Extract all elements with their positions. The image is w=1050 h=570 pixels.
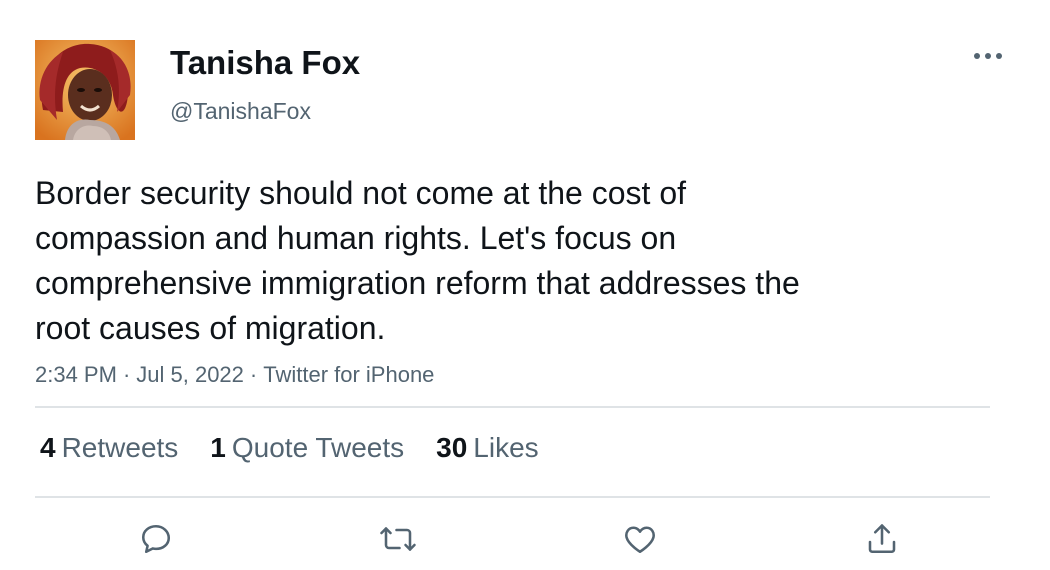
reply-icon — [141, 524, 171, 554]
profile-photo-icon — [35, 40, 135, 140]
tweet-card: Tanisha Fox @TanishaFox Border security … — [0, 0, 1050, 570]
meta-separator: · — [122, 362, 131, 387]
tweet-time[interactable]: 2:34 PM — [35, 362, 117, 387]
display-name[interactable]: Tanisha Fox — [170, 44, 360, 82]
share-icon — [868, 524, 896, 554]
engagement-stats: 4 Retweets 1 Quote Tweets 30 Likes — [40, 432, 571, 464]
retweets-label: Retweets — [61, 432, 179, 463]
retweets-stat[interactable]: 4 Retweets — [40, 432, 178, 464]
tweet-date[interactable]: Jul 5, 2022 — [136, 362, 244, 387]
likes-count: 30 — [436, 432, 468, 463]
tweet-text-line: comprehensive immigration reform that ad… — [35, 265, 800, 301]
divider — [35, 406, 990, 408]
action-bar — [0, 519, 1050, 559]
heart-icon — [625, 526, 655, 554]
tweet-text-line: compassion and human rights. Let's focus… — [35, 220, 677, 256]
share-button[interactable] — [862, 519, 902, 559]
more-options-button[interactable] — [970, 44, 1006, 68]
quote-tweets-stat[interactable]: 1 Quote Tweets — [210, 432, 404, 464]
retweet-button[interactable] — [378, 519, 418, 559]
divider — [35, 496, 990, 498]
meta-separator: · — [249, 362, 258, 387]
retweets-count: 4 — [40, 432, 56, 463]
quote-tweets-label: Quote Tweets — [231, 432, 405, 463]
tweet-text-line: Border security should not come at the c… — [35, 175, 686, 211]
tweet-meta: 2:34 PM · Jul 5, 2022 · Twitter for iPhone — [35, 362, 434, 388]
user-handle[interactable]: @TanishaFox — [170, 98, 311, 125]
tweet-source[interactable]: Twitter for iPhone — [263, 362, 434, 387]
likes-label: Likes — [473, 432, 539, 463]
tweet-text: Border security should not come at the c… — [35, 171, 935, 351]
quote-tweets-count: 1 — [210, 432, 226, 463]
likes-stat[interactable]: 30 Likes — [436, 432, 539, 464]
like-button[interactable] — [620, 519, 660, 559]
more-icon — [974, 53, 1002, 59]
avatar[interactable] — [35, 40, 135, 140]
reply-button[interactable] — [136, 519, 176, 559]
retweet-icon — [380, 527, 416, 551]
tweet-text-line: root causes of migration. — [35, 310, 386, 346]
